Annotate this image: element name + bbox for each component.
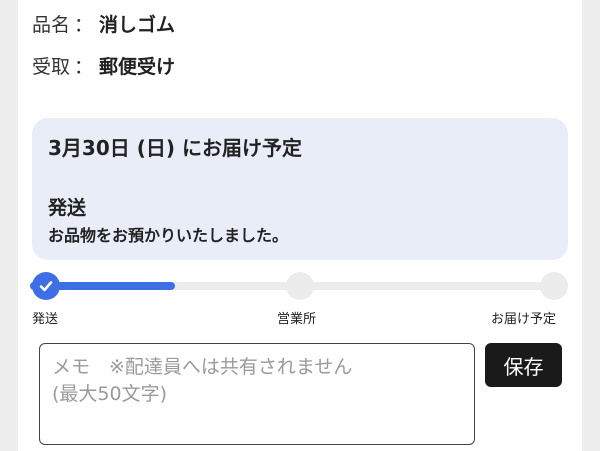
receipt-method-label: 受取 — [32, 56, 71, 78]
step-label-delivery: お届け予定 — [491, 312, 557, 327]
delivery-eta: 3月30日 (日) にお届け予定 — [48, 136, 302, 160]
receipt-method-separator: ： — [74, 56, 94, 78]
memo-input[interactable] — [39, 343, 475, 445]
step-dot-shipped — [32, 272, 60, 300]
receipt-method-value: 郵便受け — [99, 56, 176, 78]
check-icon — [39, 281, 53, 292]
delivery-status-card: 3月30日 (日) にお届け予定 発送 お品物をお預かりいたしました。 — [32, 118, 568, 260]
step-label-office: 営業所 — [277, 312, 317, 327]
item-name-value: 消しゴム — [99, 14, 176, 36]
receipt-method-row: 受取：郵便受け — [32, 55, 175, 79]
delivery-status-title: 発送 — [48, 197, 87, 219]
item-name-label: 品名 — [32, 14, 71, 36]
step-dot-delivery — [540, 272, 568, 300]
step-dot-office — [286, 272, 314, 300]
item-name-row: 品名：消しゴム — [32, 13, 175, 37]
save-button[interactable]: 保存 — [485, 343, 562, 387]
delivery-detail-panel: 品名：消しゴム 受取：郵便受け 3月30日 (日) にお届け予定 発送 お品物を… — [18, 0, 582, 451]
item-name-separator: ： — [74, 14, 94, 36]
delivery-status-message: お品物をお預かりいたしました。 — [48, 226, 289, 245]
step-label-shipped: 発送 — [32, 312, 59, 327]
